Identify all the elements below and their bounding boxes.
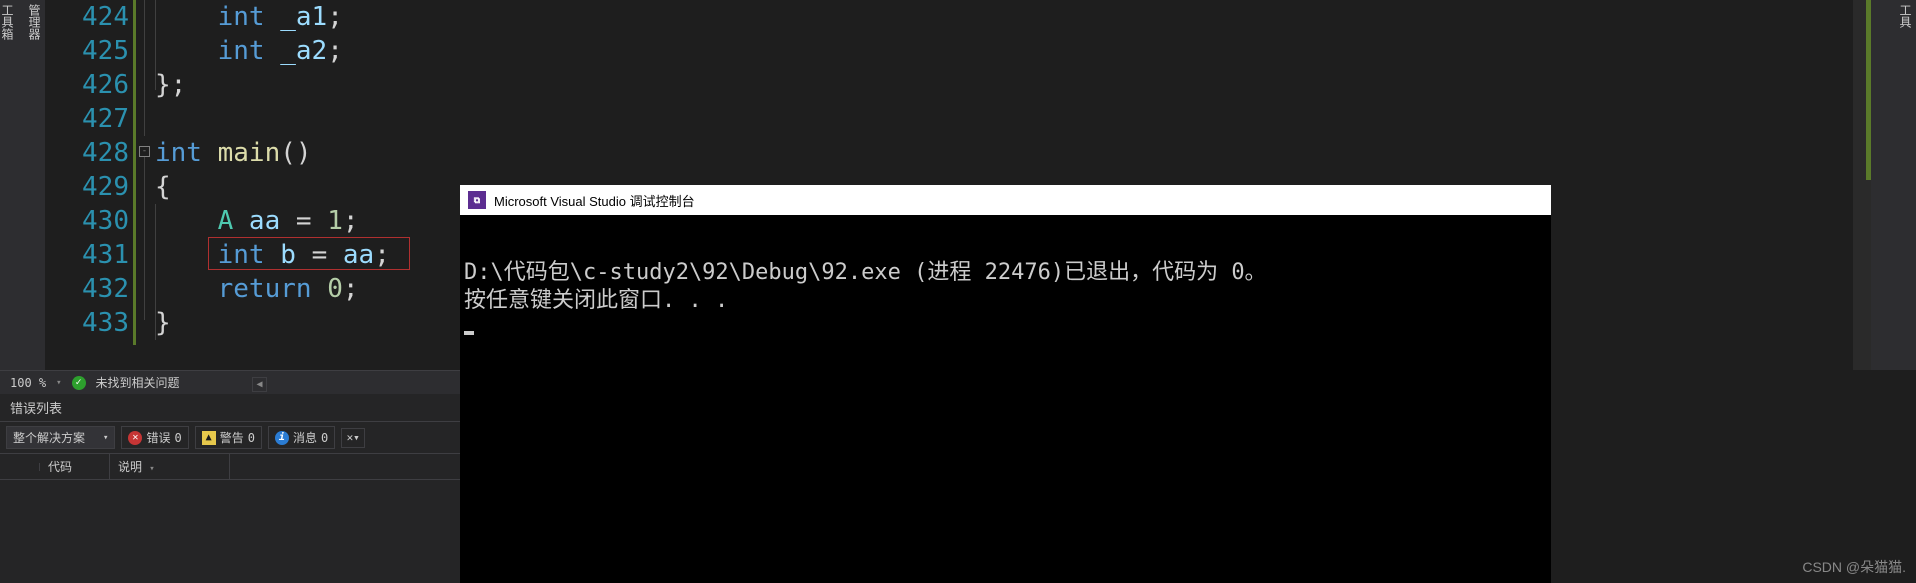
watermark: CSDN @朵猫猫. — [1802, 557, 1906, 577]
warning-icon: ▲ — [202, 431, 216, 445]
scrollbar-changes — [1866, 0, 1871, 180]
line-number: 425 — [45, 34, 135, 68]
right-tool-tabs[interactable]: 工具 — [1871, 0, 1916, 370]
error-list-panel: 错误列表 整个解决方案 ▾ ✕ 错误 0 ▲ 警告 0 i 消息 0 ✕▾ 代码… — [0, 394, 460, 583]
scope-combo[interactable]: 整个解决方案 ▾ — [6, 426, 115, 449]
debug-console-titlebar[interactable]: ⧉ Microsoft Visual Studio 调试控制台 — [460, 185, 1551, 215]
errors-toggle[interactable]: ✕ 错误 0 — [121, 426, 188, 449]
fold-toggle[interactable]: - — [139, 146, 150, 157]
line-number: 428 — [45, 136, 135, 170]
code-line: A aa = 1; — [155, 204, 390, 238]
code-line: int b = aa; — [155, 238, 390, 272]
debug-console-output[interactable]: D:\代码包\c-study2\92\Debug\92.exe (进程 2247… — [460, 215, 1551, 387]
chevron-down-icon: ▾ — [103, 433, 108, 443]
debug-console-title: Microsoft Visual Studio 调试控制台 — [494, 191, 695, 210]
error-icon: ✕ — [128, 431, 142, 445]
fold-guide — [144, 157, 145, 320]
line-number: 427 — [45, 102, 135, 136]
warnings-toggle[interactable]: ▲ 警告 0 — [195, 426, 262, 449]
editor-status-bar: 100 % ▾ ✓ 未找到相关问题 ◀ — [0, 370, 460, 394]
code-line: return 0; — [155, 272, 390, 306]
line-number: 433 — [45, 306, 135, 340]
error-list-columns: 代码 说明 ▾ — [0, 454, 460, 480]
left-tab-manager[interactable]: 管理器 — [26, 4, 43, 366]
line-number: 430 — [45, 204, 135, 238]
nav-left-button[interactable]: ◀ — [252, 377, 267, 392]
right-tab-tools[interactable]: 工具 — [1898, 4, 1912, 28]
col-code[interactable]: 代码 — [40, 454, 110, 479]
code-line: } — [155, 306, 390, 340]
code-line: }; — [155, 68, 390, 102]
left-tab-toolbox[interactable]: 工具箱 — [0, 4, 16, 366]
console-cursor — [464, 331, 474, 335]
minimap-scrollbar[interactable] — [1853, 0, 1871, 370]
outlining-margin[interactable]: - — [139, 0, 153, 370]
error-list-title: 错误列表 — [0, 394, 460, 422]
line-number: 424 — [45, 0, 135, 34]
filter-icon: ✕▾ — [346, 431, 360, 445]
col-desc[interactable]: 说明 ▾ — [110, 454, 230, 479]
line-number-gutter: 424 425 426 427 428 429 430 431 432 433 — [45, 0, 135, 370]
line-number: 429 — [45, 170, 135, 204]
line-number: 426 — [45, 68, 135, 102]
fold-guide — [144, 0, 145, 136]
change-margin — [133, 0, 136, 345]
console-line: 按任意键关闭此窗口. . . — [464, 288, 728, 313]
code-line — [155, 102, 390, 136]
check-icon: ✓ — [72, 376, 86, 390]
code-line: int main() — [155, 136, 390, 170]
console-line: D:\代码包\c-study2\92\Debug\92.exe (进程 2247… — [464, 260, 1267, 285]
messages-toggle[interactable]: i 消息 0 — [268, 426, 335, 449]
filter-button[interactable]: ✕▾ — [341, 428, 365, 448]
line-number: 432 — [45, 272, 135, 306]
line-number: 431 — [45, 238, 135, 272]
code-line: int _a1; — [155, 0, 390, 34]
zoom-level[interactable]: 100 % — [10, 376, 46, 390]
error-list-toolbar: 整个解决方案 ▾ ✕ 错误 0 ▲ 警告 0 i 消息 0 ✕▾ — [0, 422, 460, 454]
code-area[interactable]: int _a1; int _a2; }; int main() { A aa =… — [155, 0, 390, 340]
debug-console-window[interactable]: ⧉ Microsoft Visual Studio 调试控制台 D:\代码包\c… — [460, 185, 1551, 583]
vs-icon: ⧉ — [468, 191, 486, 209]
info-icon: i — [275, 431, 289, 445]
code-line: { — [155, 170, 390, 204]
code-line: int _a2; — [155, 34, 390, 68]
left-tool-tabs[interactable]: 管理器 工具箱 — [0, 0, 45, 370]
no-issues-label: 未找到相关问题 — [96, 374, 180, 391]
